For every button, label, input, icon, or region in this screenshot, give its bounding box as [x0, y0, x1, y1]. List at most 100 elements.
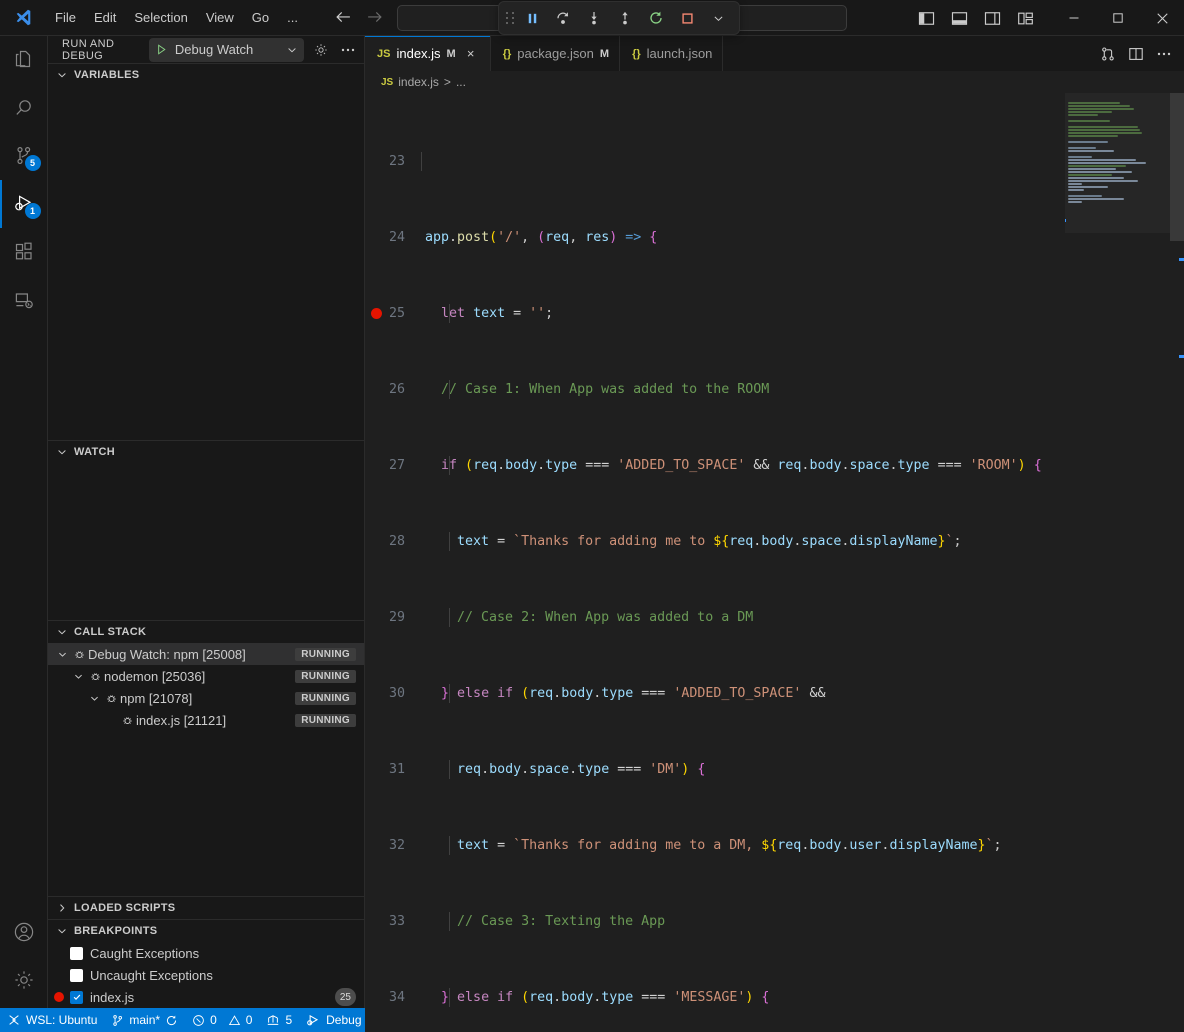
code-line-31[interactable]: 31 req.body.space.type === 'DM') { [365, 760, 1184, 779]
code-line-23[interactable]: 23 [365, 152, 1184, 171]
call-stack-header[interactable]: CALL STACK [48, 621, 364, 643]
sidebar-item-run-and-debug[interactable]: 1 [0, 180, 48, 228]
pause-button[interactable] [518, 5, 546, 31]
breadcrumb-rest[interactable]: ... [456, 75, 466, 89]
breakpoint-row[interactable]: index.js 25 [48, 986, 364, 1008]
section-loaded-scripts[interactable]: LOADED SCRIPTS [48, 896, 364, 919]
call-stack-row[interactable]: npm [21078] RUNNING [48, 687, 364, 709]
breakpoint-checkbox[interactable] [70, 947, 83, 960]
code-line-24[interactable]: 24 app.post('/', (req, res) => { [365, 228, 1184, 247]
more-editor-actions-icon[interactable] [1152, 42, 1176, 66]
run-debug-editor-icon[interactable] [1096, 42, 1120, 66]
arrow-left-icon[interactable] [335, 9, 352, 26]
status-ports[interactable]: 5 [259, 1008, 299, 1032]
more-actions-icon[interactable] [339, 38, 358, 62]
sidebar-item-explorer[interactable] [0, 36, 48, 84]
tab-launch-json[interactable]: {} launch.json [620, 36, 723, 71]
stop-button[interactable] [673, 5, 701, 31]
toggle-primary-sidebar-icon[interactable] [918, 10, 935, 27]
menu-view[interactable]: View [197, 7, 243, 28]
scrollbar-thumb[interactable] [1170, 93, 1184, 241]
breakpoints-header[interactable]: BREAKPOINTS [48, 920, 364, 942]
code-line-30[interactable]: 30 } else if (req.body.type === 'ADDED_T… [365, 684, 1184, 703]
js-file-icon: JS [381, 77, 393, 88]
code-line-27[interactable]: 27 if (req.body.type === 'ADDED_TO_SPACE… [365, 456, 1184, 475]
menu-more[interactable]: ... [278, 7, 307, 28]
editor-scrollbar[interactable] [1170, 93, 1184, 1032]
minimap[interactable] [1065, 93, 1170, 1032]
code-line-28[interactable]: 28 text = `Thanks for adding me to ${req… [365, 532, 1184, 551]
breakpoint-checkbox[interactable] [70, 969, 83, 982]
chevron-down-icon[interactable] [86, 693, 102, 704]
variables-header[interactable]: VARIABLES [48, 64, 364, 86]
loaded-scripts-header[interactable]: LOADED SCRIPTS [48, 897, 364, 919]
toggle-panel-icon[interactable] [951, 10, 968, 27]
play-icon[interactable] [155, 43, 168, 56]
status-git-branch[interactable]: main* [104, 1008, 185, 1032]
breakpoint-row[interactable]: Caught Exceptions [48, 942, 364, 964]
chevron-down-icon[interactable] [286, 44, 298, 56]
code-editor[interactable]: 23 24 app.post('/', (req, res) => { 25 l… [365, 93, 1184, 1032]
code-line-32[interactable]: 32 text = `Thanks for adding me to a DM,… [365, 836, 1184, 855]
code-line-34[interactable]: 34 } else if (req.body.type === 'MESSAGE… [365, 988, 1184, 1007]
call-stack-row[interactable]: Debug Watch: npm [25008] RUNNING [48, 643, 364, 665]
code-line-26[interactable]: 26 // Case 1: When App was added to the … [365, 380, 1184, 399]
step-out-button[interactable] [611, 5, 639, 31]
breadcrumb-file[interactable]: index.js [398, 75, 439, 89]
debug-configuration-select[interactable]: Debug Watch [149, 38, 304, 62]
restart-button[interactable] [642, 5, 670, 31]
open-launch-json-button[interactable] [312, 38, 331, 62]
call-stack-row[interactable]: index.js [21121] RUNNING [48, 709, 364, 731]
drag-handle-icon[interactable] [506, 12, 515, 24]
sidebar-item-search[interactable] [0, 84, 48, 132]
gear-icon[interactable] [0, 956, 48, 1004]
code-text: let text = ''; [421, 304, 553, 323]
code-line-25[interactable]: 25 let text = ''; [365, 304, 1184, 323]
status-problems[interactable]: 0 0 [185, 1008, 259, 1032]
source-control-badge: 5 [25, 155, 41, 171]
breakpoint-dot-icon [371, 308, 382, 319]
status-badge: RUNNING [295, 714, 356, 727]
breadcrumb[interactable]: JS index.js > ... [365, 71, 1184, 93]
chevron-down-icon[interactable] [70, 671, 86, 682]
sidebar-item-source-control[interactable]: 5 [0, 132, 48, 180]
menu-edit[interactable]: Edit [85, 7, 125, 28]
tab-index-js[interactable]: JS index.js M × [365, 36, 491, 71]
accounts-button[interactable] [0, 908, 48, 956]
close-icon[interactable] [1140, 0, 1184, 36]
code-line-29[interactable]: 29 // Case 2: When App was added to a DM [365, 608, 1184, 627]
menu-file[interactable]: File [46, 7, 85, 28]
sidebar-item-remote-explorer[interactable] [0, 276, 48, 324]
minimize-icon[interactable] [1052, 0, 1096, 36]
chevron-down-icon[interactable] [54, 649, 70, 660]
menu-selection[interactable]: Selection [125, 7, 196, 28]
menu-go[interactable]: Go [243, 7, 278, 28]
sync-icon[interactable] [165, 1014, 178, 1027]
maximize-icon[interactable] [1096, 0, 1140, 36]
status-remote-host[interactable]: WSL: Ubuntu [0, 1008, 104, 1032]
sidebar-item-extensions[interactable] [0, 228, 48, 276]
step-over-button[interactable] [549, 5, 577, 31]
breakpoint-row[interactable]: Uncaught Exceptions [48, 964, 364, 986]
toggle-secondary-sidebar-icon[interactable] [984, 10, 1001, 27]
watch-header[interactable]: WATCH [48, 441, 364, 463]
arrow-right-icon[interactable] [366, 9, 383, 26]
code-line-33[interactable]: 33 // Case 3: Texting the App [365, 912, 1184, 931]
code-text: text = `Thanks for adding me to ${req.bo… [421, 532, 962, 551]
menu-bar: File Edit Selection View Go ... [46, 7, 307, 28]
section-breakpoints[interactable]: BREAKPOINTS Caught Exceptions Uncaught E… [48, 919, 364, 1008]
tab-package-json[interactable]: {} package.json M [491, 36, 620, 71]
call-stack-row[interactable]: nodemon [25036] RUNNING [48, 665, 364, 687]
step-into-button[interactable] [580, 5, 608, 31]
debug-toolbar[interactable] [498, 1, 740, 35]
section-call-stack[interactable]: CALL STACK Debug Watch: npm [25008] RUNN… [48, 620, 364, 896]
close-icon[interactable]: × [462, 45, 480, 63]
split-editor-right-icon[interactable] [1124, 42, 1148, 66]
call-stack-label: CALL STACK [74, 626, 146, 638]
section-variables[interactable]: VARIABLES [48, 63, 364, 440]
section-watch[interactable]: WATCH [48, 440, 364, 620]
chevron-down-icon[interactable] [704, 5, 732, 31]
code-lines[interactable]: 23 24 app.post('/', (req, res) => { 25 l… [365, 93, 1184, 1032]
customize-layout-icon[interactable] [1017, 10, 1034, 27]
breakpoint-checkbox[interactable] [70, 991, 83, 1004]
